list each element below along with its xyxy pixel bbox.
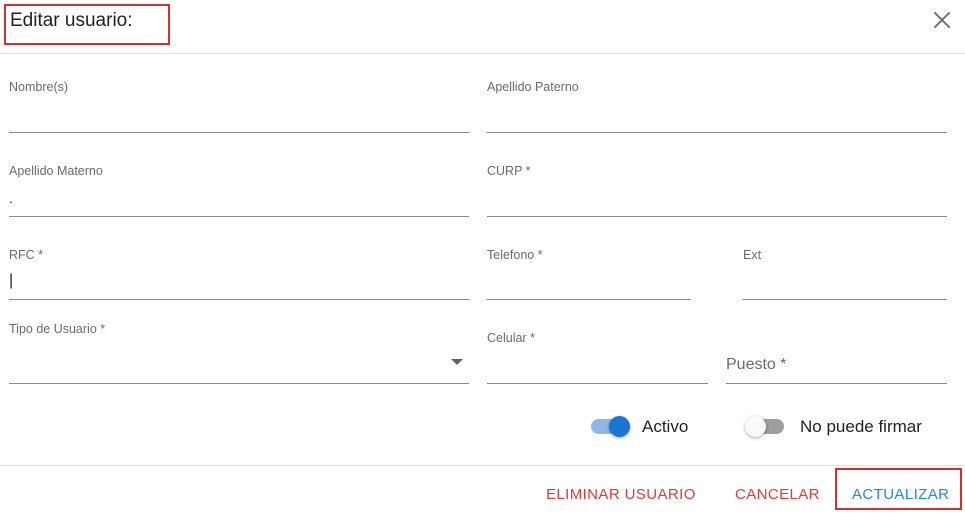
cancel-button[interactable]: CANCELAR <box>735 486 820 503</box>
apellido-paterno-field[interactable]: Apellido Paterno <box>487 80 947 134</box>
dropdown-arrow-icon[interactable] <box>451 359 463 365</box>
telefono-field[interactable]: Telefono * <box>487 248 691 302</box>
telefono-label: Telefono * <box>487 248 543 262</box>
puesto-underline <box>726 383 947 384</box>
tipo-usuario-select[interactable]: Tipo de Usuario * <box>9 322 469 386</box>
apellido-paterno-label: Apellido Paterno <box>487 80 579 94</box>
rfc-label: RFC * <box>9 248 44 262</box>
puesto-field[interactable]: Puesto * <box>726 354 947 385</box>
close-icon[interactable] <box>930 8 954 32</box>
tipo-usuario-label: Tipo de Usuario * <box>9 322 106 336</box>
activo-thumb[interactable] <box>609 416 630 437</box>
rfc-input[interactable]: | <box>9 272 13 290</box>
delete-user-button[interactable]: ELIMINAR USUARIO <box>546 486 696 503</box>
apellido-paterno-underline <box>487 132 947 133</box>
curp-underline <box>487 216 947 217</box>
celular-underline <box>487 383 708 384</box>
apellido-materno-underline <box>9 216 469 217</box>
apellido-materno-label: Apellido Materno <box>9 164 103 178</box>
celular-label: Celular * <box>487 331 535 345</box>
no-puede-firmar-label: No puede firmar <box>800 417 922 436</box>
update-button[interactable]: ACTUALIZAR <box>852 486 949 503</box>
apellido-materno-input[interactable]: . <box>9 190 13 206</box>
rfc-underline <box>9 299 469 300</box>
no-puede-firmar-thumb[interactable] <box>745 416 766 437</box>
ext-field[interactable]: Ext <box>743 248 947 302</box>
apellido-materno-field[interactable]: Apellido Materno . <box>9 164 469 218</box>
telefono-underline <box>487 299 691 300</box>
no-puede-firmar-toggle[interactable]: No puede firmar <box>745 414 935 440</box>
ext-label: Ext <box>743 248 762 262</box>
nombres-field[interactable]: Nombre(s) <box>9 80 469 134</box>
activo-toggle[interactable]: Activo <box>590 414 700 440</box>
footer-divider <box>0 465 965 466</box>
rfc-field[interactable]: RFC * | <box>9 248 469 302</box>
curp-field[interactable]: CURP * <box>487 164 947 218</box>
curp-label: CURP * <box>487 164 531 178</box>
dialog-title: Editar usuario: <box>10 10 133 31</box>
dialog-header: Editar usuario: <box>0 0 965 54</box>
tipo-usuario-underline <box>9 383 469 384</box>
celular-field[interactable]: Celular * <box>487 331 708 385</box>
nombres-label: Nombre(s) <box>9 80 69 94</box>
activo-label: Activo <box>642 417 689 436</box>
ext-underline <box>743 299 947 300</box>
puesto-placeholder[interactable]: Puesto * <box>726 356 786 374</box>
nombres-underline <box>9 132 469 133</box>
